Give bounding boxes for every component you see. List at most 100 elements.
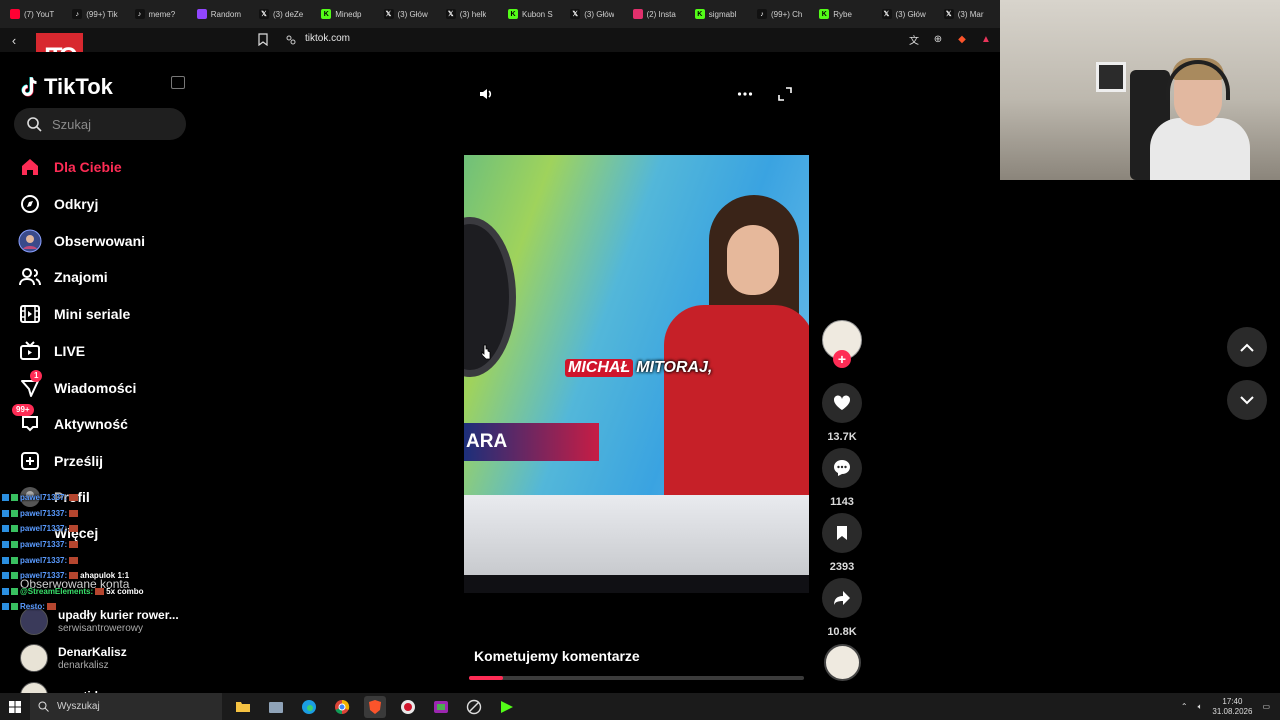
notifications-icon[interactable]: ▭ bbox=[1262, 702, 1270, 711]
browser-tab[interactable]: 𝕏 (3) Mar bbox=[938, 3, 1000, 25]
browser-tab[interactable]: Random bbox=[191, 3, 253, 25]
browser-tab[interactable]: ♪ (99+) Ch bbox=[751, 3, 813, 25]
browser-tab[interactable]: 𝕏 (3) helk bbox=[440, 3, 502, 25]
previous-video-button[interactable] bbox=[1227, 327, 1267, 367]
browser-tab[interactable]: (7) YouT bbox=[4, 3, 66, 25]
back-icon[interactable]: ‹ bbox=[4, 30, 24, 50]
chat-badge-icon bbox=[2, 556, 9, 564]
comment-button[interactable] bbox=[822, 448, 862, 488]
search-input[interactable] bbox=[52, 116, 172, 132]
brave-icon[interactable] bbox=[364, 695, 386, 718]
edge-icon[interactable] bbox=[298, 696, 320, 718]
sidebar-item-dla-ciebie[interactable]: Dla Ciebie bbox=[18, 152, 122, 182]
sidebar-item-label: Odkryj bbox=[54, 196, 99, 212]
chat-message: Resto: bbox=[2, 599, 192, 615]
collapse-sidebar-icon[interactable] bbox=[171, 76, 185, 89]
instagram-icon bbox=[632, 9, 643, 19]
windows-logo-icon bbox=[9, 700, 21, 713]
browser-tab[interactable]: 𝕏 (3) deZe bbox=[253, 3, 315, 25]
followed-account-text: DenarKalisz denarkalisz bbox=[58, 645, 127, 671]
volume-tray-icon[interactable]: 🔈︎ bbox=[1198, 702, 1203, 712]
next-video-button[interactable] bbox=[1227, 380, 1267, 420]
translate-icon[interactable]: 文 bbox=[906, 31, 922, 47]
browser-tab[interactable]: Ksigmabl bbox=[689, 3, 751, 25]
clock[interactable]: 17:40 31.08.2026 bbox=[1212, 697, 1252, 717]
mixer-app-icon[interactable] bbox=[430, 696, 452, 718]
sidebar-item-live[interactable]: LIVE bbox=[18, 336, 85, 366]
streamer-body-shape bbox=[1150, 118, 1250, 180]
browser-tab[interactable]: 𝕏 (3) Głów bbox=[378, 3, 440, 25]
save-button[interactable] bbox=[822, 513, 862, 553]
chat-badge-icon bbox=[11, 556, 18, 564]
sound-disc-avatar[interactable] bbox=[824, 644, 861, 681]
start-button[interactable] bbox=[0, 693, 30, 720]
address-bar-actions: 文 ⊕ ◆ ▲ bbox=[906, 31, 994, 47]
chat-message: pawel71337: ahapulok 1:1 bbox=[2, 568, 192, 584]
x-icon: 𝕏 bbox=[881, 9, 892, 19]
browser-tab[interactable]: K Kubon S bbox=[502, 3, 564, 25]
video-player[interactable]: ARA MICHAŁ MITORAJ, bbox=[464, 155, 809, 593]
youtube-icon bbox=[10, 9, 20, 19]
followed-account[interactable]: DenarKalisz denarkalisz bbox=[20, 641, 127, 675]
home-icon bbox=[18, 155, 42, 179]
sidebar-item-mini-seriale[interactable]: Mini seriale bbox=[18, 299, 130, 329]
browser-tab[interactable]: K Minedp bbox=[315, 3, 377, 25]
browser-tab[interactable]: ♪ (99+) Tik bbox=[66, 3, 128, 25]
sidebar-item-znajomi[interactable]: Znajomi bbox=[18, 262, 108, 292]
save-count: 2393 bbox=[829, 561, 855, 573]
system-tray: ⌃ 🔈︎ 17:40 31.08.2026 ▭ bbox=[1181, 693, 1270, 720]
file-explorer-icon[interactable] bbox=[232, 696, 254, 718]
video-frame: ARA MICHAŁ MITORAJ, bbox=[464, 155, 809, 575]
followed-account-handle: serwisantrowerowy bbox=[58, 623, 144, 634]
address-bar: ‹ › tiktok.com 文 ⊕ ◆ ▲ bbox=[0, 28, 1000, 52]
sidebar-item-aktywność[interactable]: 99+ Aktywność bbox=[12, 404, 128, 439]
launcher-app-icon[interactable] bbox=[496, 696, 518, 718]
sidebar-item-odkryj[interactable]: Odkryj bbox=[18, 189, 98, 219]
browser-tab[interactable]: (2) Insta bbox=[627, 3, 689, 25]
chat-emote-icon bbox=[69, 572, 79, 580]
video-progress-bar[interactable] bbox=[469, 676, 804, 680]
brave-shield-icon[interactable]: ◆ bbox=[954, 31, 970, 47]
taskbar-search[interactable]: Wyszukaj bbox=[30, 693, 222, 720]
follow-button[interactable]: + bbox=[833, 350, 851, 368]
comment-icon bbox=[834, 460, 850, 476]
volume-icon[interactable] bbox=[475, 83, 497, 105]
chrome-icon[interactable] bbox=[331, 696, 353, 718]
upload-icon bbox=[18, 449, 42, 473]
browser-tab-label: (3) Głów bbox=[584, 9, 615, 19]
video-progress-fill bbox=[469, 676, 503, 680]
chat-username: pawel71337: bbox=[20, 540, 68, 550]
tv-icon bbox=[18, 339, 42, 363]
fullscreen-icon[interactable] bbox=[774, 83, 796, 105]
share-button[interactable] bbox=[822, 578, 862, 618]
url-field[interactable]: tiktok.com bbox=[305, 33, 350, 44]
sidebar-item-prześlij[interactable]: Prześlij bbox=[18, 446, 103, 476]
bookmark-icon[interactable] bbox=[258, 33, 268, 46]
notification-badge: 1 bbox=[30, 370, 43, 382]
search-icon bbox=[38, 701, 49, 712]
tray-expand-icon[interactable]: ⌃ bbox=[1181, 702, 1188, 711]
more-options-icon[interactable] bbox=[734, 83, 756, 105]
browser-tab[interactable]: 𝕏 (3) Głów bbox=[876, 3, 938, 25]
browser-tab[interactable]: K Rybe bbox=[813, 3, 875, 25]
browser-tab[interactable]: 𝕏 (3) Głów bbox=[564, 3, 626, 25]
chat-badge-icon bbox=[2, 494, 9, 502]
sidebar-item-obserwowani[interactable]: Obserwowani bbox=[18, 226, 145, 256]
tiktok-icon: ♪ bbox=[72, 9, 83, 19]
windows-taskbar: Wyszukaj ⌃ 🔈︎ 17:40 31.08.2026 ▭ bbox=[0, 693, 1280, 720]
tiktok-logo[interactable]: TikTok bbox=[20, 74, 113, 100]
obs-icon[interactable] bbox=[397, 696, 419, 718]
x-icon: 𝕏 bbox=[570, 9, 581, 19]
sidebar-item-wiadomości[interactable]: 1 Wiadomości bbox=[18, 370, 136, 403]
like-button[interactable] bbox=[822, 383, 862, 423]
capture-app-icon[interactable] bbox=[463, 696, 485, 718]
avatar bbox=[20, 644, 48, 672]
video-description[interactable]: Kometujemy komentarze bbox=[474, 648, 640, 664]
zoom-icon[interactable]: ⊕ bbox=[930, 31, 946, 47]
share-action: 10.8K bbox=[822, 578, 862, 638]
brave-rewards-icon[interactable]: ▲ bbox=[978, 31, 994, 47]
browser-tab[interactable]: ♪ meme? bbox=[129, 3, 191, 25]
site-settings-icon[interactable] bbox=[286, 35, 296, 45]
search-box[interactable] bbox=[14, 108, 186, 140]
files-app-icon[interactable] bbox=[265, 696, 287, 718]
